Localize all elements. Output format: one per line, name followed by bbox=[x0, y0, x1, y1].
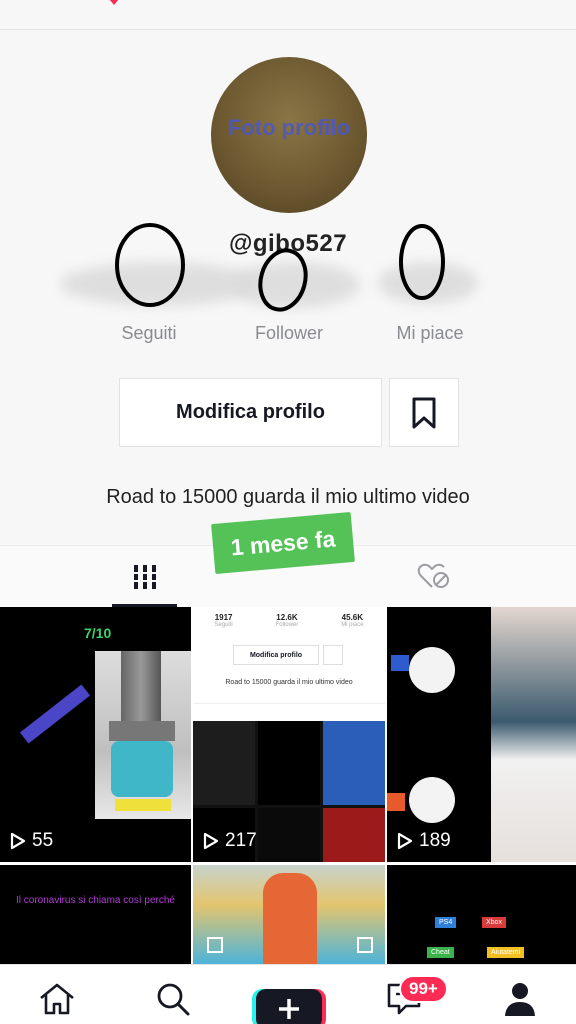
thumb-tabs bbox=[193, 703, 385, 721]
view-count: 189 bbox=[397, 830, 451, 852]
video-thumbnail[interactable]: 189 bbox=[387, 607, 576, 862]
nav-discover[interactable] bbox=[153, 979, 193, 1019]
heart-lock-icon bbox=[417, 563, 449, 588]
inbox-badge: 99+ bbox=[399, 975, 448, 1003]
thumb-cell bbox=[323, 721, 385, 805]
nav-profile[interactable] bbox=[500, 979, 540, 1019]
thumb-bio: Road to 15000 guarda il mio ultimo video bbox=[225, 679, 353, 686]
video-overlay-text: 7/10 bbox=[84, 625, 112, 641]
hand-drawn-circles bbox=[115, 223, 445, 312]
video-thumbnail[interactable]: 7/10 55 bbox=[0, 607, 191, 862]
stat-followers-label[interactable]: Follower bbox=[219, 323, 359, 344]
video-thumbnail[interactable] bbox=[193, 865, 385, 964]
video-thumbnail[interactable]: 1917 Seguiti 12.6K Follower 45.6K Mi piace … bbox=[193, 607, 385, 862]
thumb-stats: 1917 Seguiti 12.6K Follower 45.6K Mi piace bbox=[193, 613, 385, 628]
label-shape bbox=[115, 799, 171, 811]
video-thumbnail[interactable]: PS4 Xbox Cheat Aiutatemi bbox=[387, 865, 576, 964]
thumb-cell bbox=[323, 808, 385, 862]
sticker-band bbox=[19, 684, 91, 744]
view-count: 217 bbox=[203, 830, 257, 852]
edit-profile-button[interactable]: Modifica profilo bbox=[119, 378, 382, 447]
video-image bbox=[491, 607, 576, 862]
favorites-button[interactable] bbox=[389, 378, 459, 447]
view-count: 55 bbox=[10, 830, 53, 852]
thumb-cell bbox=[258, 808, 320, 862]
play-icon bbox=[397, 832, 413, 850]
thumb-cell bbox=[193, 721, 255, 805]
stat-likes-label[interactable]: Mi piace bbox=[360, 323, 500, 344]
sticker bbox=[387, 793, 405, 811]
video-image bbox=[95, 651, 191, 819]
view-count-value: 55 bbox=[32, 830, 54, 851]
video-grid: 7/10 55 1917 Seguiti 12.6K Follower 45.6K M… bbox=[0, 607, 576, 964]
thumb-edit-button: Modifica profilo bbox=[233, 645, 319, 665]
bookmark-icon bbox=[412, 397, 436, 428]
play-icon bbox=[203, 832, 219, 850]
sticker bbox=[391, 655, 409, 671]
nav-home[interactable] bbox=[37, 979, 77, 1019]
view-count-value: 217 bbox=[225, 830, 257, 851]
stat-following-label[interactable]: Seguiti bbox=[79, 323, 219, 344]
press-shape bbox=[121, 651, 161, 721]
profile-icon bbox=[505, 983, 535, 1016]
sticker bbox=[409, 647, 455, 693]
video-thumbnail[interactable]: Il coronavirus si chiama così perché bbox=[0, 865, 191, 964]
tag-label: Xbox bbox=[482, 917, 506, 928]
sticker bbox=[357, 937, 373, 953]
video-overlay-text: Il coronavirus si chiama così perché bbox=[16, 895, 175, 906]
grid-icon bbox=[133, 565, 156, 589]
tag-label: Cheat bbox=[427, 947, 454, 958]
tab-videos[interactable] bbox=[112, 546, 177, 608]
sticker bbox=[409, 777, 455, 823]
view-count-value: 189 bbox=[419, 830, 451, 851]
create-button[interactable] bbox=[256, 989, 322, 1024]
tab-liked[interactable] bbox=[405, 556, 463, 596]
thumb-bookmark bbox=[323, 645, 343, 665]
search-icon bbox=[157, 983, 190, 1016]
thumb-stat: 45.6K Mi piace bbox=[341, 613, 364, 628]
play-icon bbox=[10, 832, 26, 850]
profile-bio: Road to 15000 guarda il mio ultimo video bbox=[106, 486, 470, 508]
press-shape bbox=[109, 721, 175, 741]
plus-icon bbox=[279, 999, 299, 1019]
home-icon bbox=[40, 983, 74, 1015]
bottle-shape bbox=[111, 741, 173, 797]
tag-label: PS4 bbox=[435, 917, 457, 928]
thumb-stat: 1917 Seguiti bbox=[214, 613, 233, 628]
thumb-cell bbox=[258, 721, 320, 805]
thumb-stat: 12.6K Follower bbox=[275, 613, 299, 628]
tag-label: Aiutatemi bbox=[487, 947, 525, 958]
video-image bbox=[263, 873, 317, 964]
sticker bbox=[207, 937, 223, 953]
